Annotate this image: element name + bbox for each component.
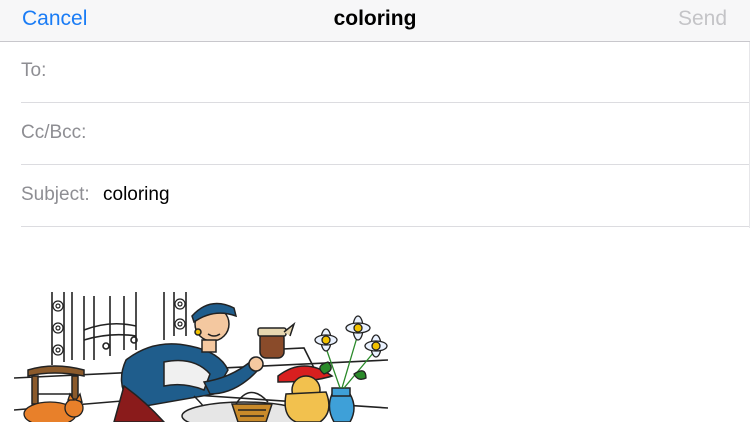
coloring-illustration — [14, 292, 388, 422]
cc-bcc-input[interactable] — [97, 122, 727, 146]
compose-title: coloring — [333, 7, 417, 30]
subject-field-row[interactable]: Subject: coloring — [21, 166, 750, 227]
send-button[interactable]: Send — [678, 7, 727, 31]
attached-coloring-image[interactable] — [14, 290, 388, 422]
subject-label: Subject: — [21, 184, 90, 205]
cc-bcc-label: Cc/Bcc: — [21, 122, 87, 143]
compose-nav-bar: Cancel coloring Send — [0, 0, 750, 42]
to-input[interactable] — [51, 60, 731, 84]
to-label: To: — [21, 60, 47, 81]
subject-input[interactable]: coloring — [103, 184, 170, 206]
to-field-row[interactable]: To: — [21, 42, 750, 103]
mail-compose-screen: Cancel coloring Send To: Cc/Bcc: Subject… — [0, 0, 750, 422]
cc-bcc-field-row[interactable]: Cc/Bcc: — [21, 104, 750, 165]
